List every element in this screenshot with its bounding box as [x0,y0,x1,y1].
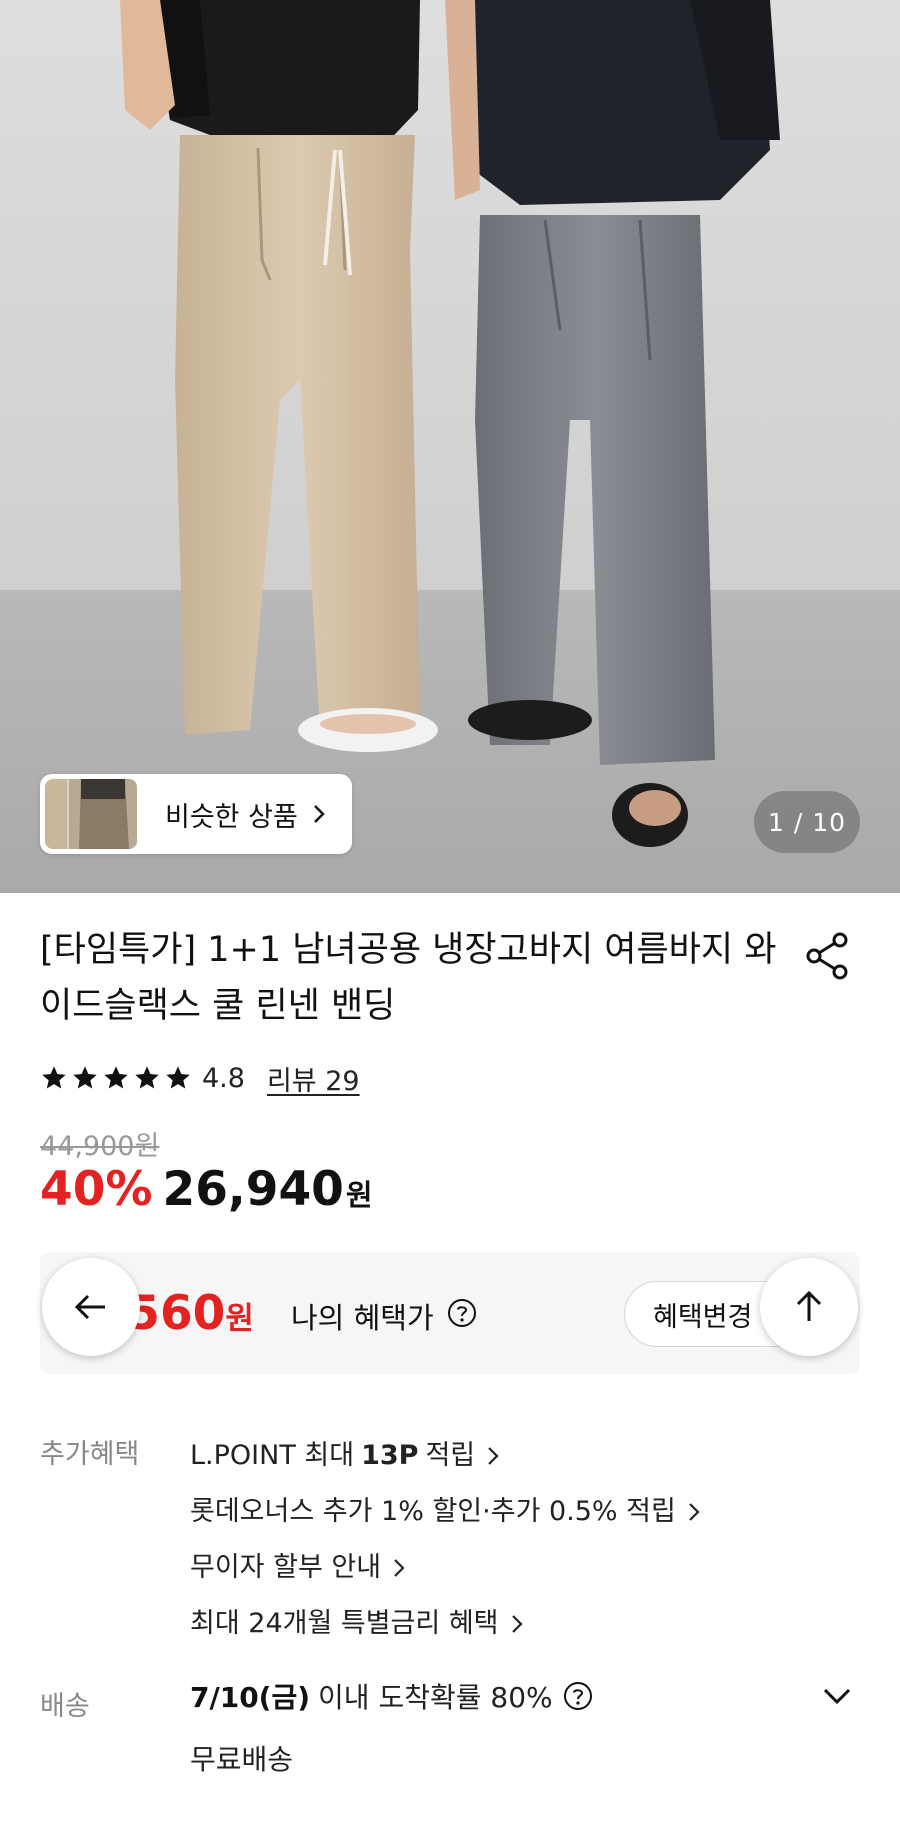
extra-benefit-suffix: 적립 [425,1440,476,1471]
benefit-price-currency: 원 [225,1301,254,1337]
product-photo [0,0,900,893]
product-title: [타임특가] 1+1 남녀공용 냉장고바지 여름바지 와이드슬랙스 쿨 린넨 밴… [40,930,777,1026]
chevron-right-icon [488,1447,499,1465]
star-icon [135,1066,159,1089]
extra-benefit-text: L.POINT 최대 [190,1440,355,1471]
rating-value: 4.8 [202,1062,245,1094]
image-counter: 1 / 10 [754,791,860,853]
discount-rate: 40% [40,1162,153,1217]
price-row: 40% 26,940 원 [40,1162,373,1217]
scroll-top-button[interactable] [760,1258,858,1356]
chevron-right-icon [511,1615,523,1633]
share-icon [806,932,848,980]
chevron-right-icon [313,805,325,823]
currency-unit: 원 [345,1178,373,1212]
star-icon [166,1066,190,1089]
star-icon [104,1066,128,1089]
extra-benefit-text: 무이자 할부 안내 [190,1552,382,1583]
sale-price: 26,940 [162,1162,344,1217]
similar-products-button[interactable]: 비슷한 상품 [40,774,352,854]
rating-row: 4.8 리뷰 29 [40,1059,360,1098]
similar-products-label: 비슷한 상품 [165,801,298,833]
delivery-info: 7/10(금) 이내 도착확률 80% [190,1676,593,1716]
extra-benefit-item[interactable]: 롯데오너스 추가 1% 할인·추가 0.5% 적립 [190,1484,700,1540]
benefit-price-label: 나의 혜택가 [291,1301,434,1335]
help-icon[interactable] [563,1681,593,1711]
delivery-probability: 이내 도착확률 80% [318,1681,553,1714]
extra-benefit-item[interactable]: 무이자 할부 안내 [190,1540,700,1596]
extra-benefits-label: 추가혜택 [40,1439,140,1470]
similar-product-thumbnail [45,779,137,849]
extra-benefit-item[interactable]: L.POINT 최대 13P 적립 [190,1428,700,1484]
chevron-down-icon[interactable] [820,1684,854,1710]
chevron-right-icon [394,1559,405,1577]
back-button[interactable] [42,1258,140,1356]
extra-benefit-item[interactable]: 최대 24개월 특별금리 혜택 [190,1596,700,1652]
chevron-right-icon [689,1503,700,1521]
delivery-fee: 무료배송 [190,1743,294,1776]
delivery-label: 배송 [40,1691,90,1722]
extra-benefit-text: 롯데오너스 추가 1% 할인·추가 0.5% 적립 [190,1496,676,1527]
star-rating [40,1064,192,1092]
delivery-date: 7/10(금) [190,1681,311,1714]
original-price: 44,900원 [40,1131,160,1162]
star-icon [42,1066,66,1089]
help-icon[interactable] [447,1298,477,1328]
extra-benefit-text: 최대 24개월 특별금리 혜택 [190,1608,499,1639]
share-button[interactable] [800,928,856,984]
arrow-up-icon [796,1290,822,1321]
arrow-left-icon [74,1294,105,1320]
review-count-link[interactable]: 리뷰 29 [267,1059,360,1098]
extra-benefit-highlight: 13P [361,1440,419,1471]
extra-benefits-list: L.POINT 최대 13P 적립롯데오너스 추가 1% 할인·추가 0.5% 적립… [190,1428,700,1652]
star-icon [73,1066,97,1089]
product-image-carousel[interactable]: 비슷한 상품 1 / 10 [0,0,900,893]
